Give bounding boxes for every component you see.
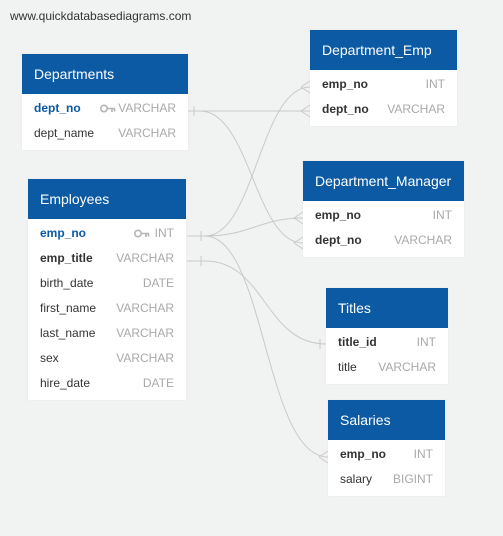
field-type: DATE (142, 376, 174, 390)
field-type: VARCHAR (387, 102, 445, 116)
field-name: last_name (40, 326, 96, 340)
link-employees-titles (187, 260, 327, 345)
field-type: VARCHAR (116, 351, 174, 365)
table-title: Department_Emp (310, 30, 457, 70)
table-department-emp[interactable]: Department_Emp emp_no INT dept_no VARCHA… (310, 30, 457, 126)
field-name: emp_title (40, 251, 93, 265)
field-name: first_name (40, 301, 97, 315)
field-type: INT (425, 77, 445, 91)
field-type: BIGINT (392, 472, 433, 486)
field-name: dept_no (315, 233, 362, 247)
field-row[interactable]: title VARCHAR (326, 355, 448, 380)
field-type: VARCHAR (116, 301, 174, 315)
table-title: Titles (326, 288, 448, 328)
table-title: Employees (28, 179, 186, 219)
field-name: title_id (338, 335, 377, 349)
field-row[interactable]: emp_title VARCHAR (28, 246, 186, 271)
table-department-manager[interactable]: Department_Manager emp_no INT dept_no VA… (303, 161, 464, 257)
field-row[interactable]: first_name VARCHAR (28, 296, 186, 321)
field-type: INT (416, 335, 436, 349)
link-employees-salaries (204, 235, 329, 458)
primary-key-icon (134, 229, 150, 238)
field-name: emp_no (340, 447, 387, 461)
field-name: emp_no (315, 208, 362, 222)
link-employees-deptemp (187, 86, 311, 237)
field-row[interactable]: sex VARCHAR (28, 346, 186, 371)
primary-key-icon (100, 104, 116, 113)
table-employees[interactable]: Employees emp_no INT emp_title VARCHAR b… (28, 179, 186, 400)
table-title: Departments (22, 54, 188, 94)
field-type: VARCHAR (116, 326, 174, 340)
field-row[interactable]: dept_no VARCHAR (22, 96, 188, 121)
table-titles[interactable]: Titles title_id INT title VARCHAR (326, 288, 448, 384)
field-row[interactable]: emp_no INT (303, 203, 464, 228)
field-name: salary (340, 472, 373, 486)
field-type: DATE (142, 276, 174, 290)
field-type: INT (413, 447, 433, 461)
field-name: emp_no (322, 77, 369, 91)
field-type: VARCHAR (394, 233, 452, 247)
field-row[interactable]: last_name VARCHAR (28, 321, 186, 346)
link-departments-deptmgr (199, 110, 304, 244)
field-type: VARCHAR (118, 126, 176, 140)
table-title: Department_Manager (303, 161, 464, 201)
field-name: dept_no (34, 101, 81, 115)
field-row[interactable]: dept_name VARCHAR (22, 121, 188, 146)
field-row[interactable]: dept_no VARCHAR (303, 228, 464, 253)
field-type: VARCHAR (116, 251, 174, 265)
field-row[interactable]: hire_date DATE (28, 371, 186, 396)
field-row[interactable]: salary BIGINT (328, 467, 445, 492)
field-name: emp_no (40, 226, 87, 240)
field-name: sex (40, 351, 59, 365)
watermark-url: www.quickdatabasediagrams.com (10, 9, 192, 23)
field-name: birth_date (40, 276, 94, 290)
field-row[interactable]: emp_no INT (28, 221, 186, 246)
field-type: INT (154, 226, 174, 240)
table-salaries[interactable]: Salaries emp_no INT salary BIGINT (328, 400, 445, 496)
link-employees-deptmgr (204, 217, 304, 237)
table-departments[interactable]: Departments dept_no VARCHAR dept_name VA… (22, 54, 188, 150)
field-row[interactable]: emp_no INT (310, 72, 457, 97)
field-row[interactable]: title_id INT (326, 330, 448, 355)
field-type: VARCHAR (378, 360, 436, 374)
field-type: INT (432, 208, 452, 222)
field-name: dept_no (322, 102, 369, 116)
field-row[interactable]: birth_date DATE (28, 271, 186, 296)
field-row[interactable]: dept_no VARCHAR (310, 97, 457, 122)
field-type: VARCHAR (118, 101, 176, 115)
table-title: Salaries (328, 400, 445, 440)
field-row[interactable]: emp_no INT (328, 442, 445, 467)
field-name: hire_date (40, 376, 91, 390)
field-name: title (338, 360, 357, 374)
field-name: dept_name (34, 126, 95, 140)
